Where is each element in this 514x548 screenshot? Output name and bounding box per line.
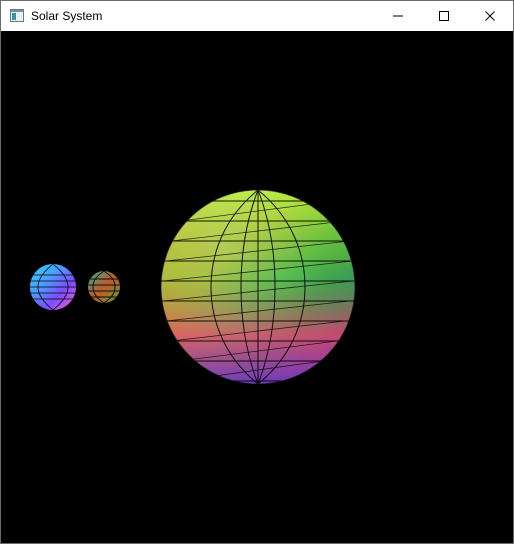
minimize-button[interactable]	[375, 1, 421, 31]
maximize-icon	[439, 11, 449, 21]
maximize-button[interactable]	[421, 1, 467, 31]
scene-svg	[30, 189, 356, 385]
close-button[interactable]	[467, 1, 513, 31]
window-title: Solar System	[31, 9, 103, 23]
planet-small-left	[30, 264, 76, 310]
app-icon	[10, 9, 24, 22]
render-canvas[interactable]	[1, 31, 513, 543]
planet-large	[160, 189, 356, 385]
app-window: Solar System	[0, 0, 514, 544]
minimize-icon	[393, 15, 403, 17]
close-icon	[485, 11, 495, 21]
title-bar[interactable]: Solar System	[1, 1, 513, 31]
planet-small-right	[88, 271, 120, 303]
